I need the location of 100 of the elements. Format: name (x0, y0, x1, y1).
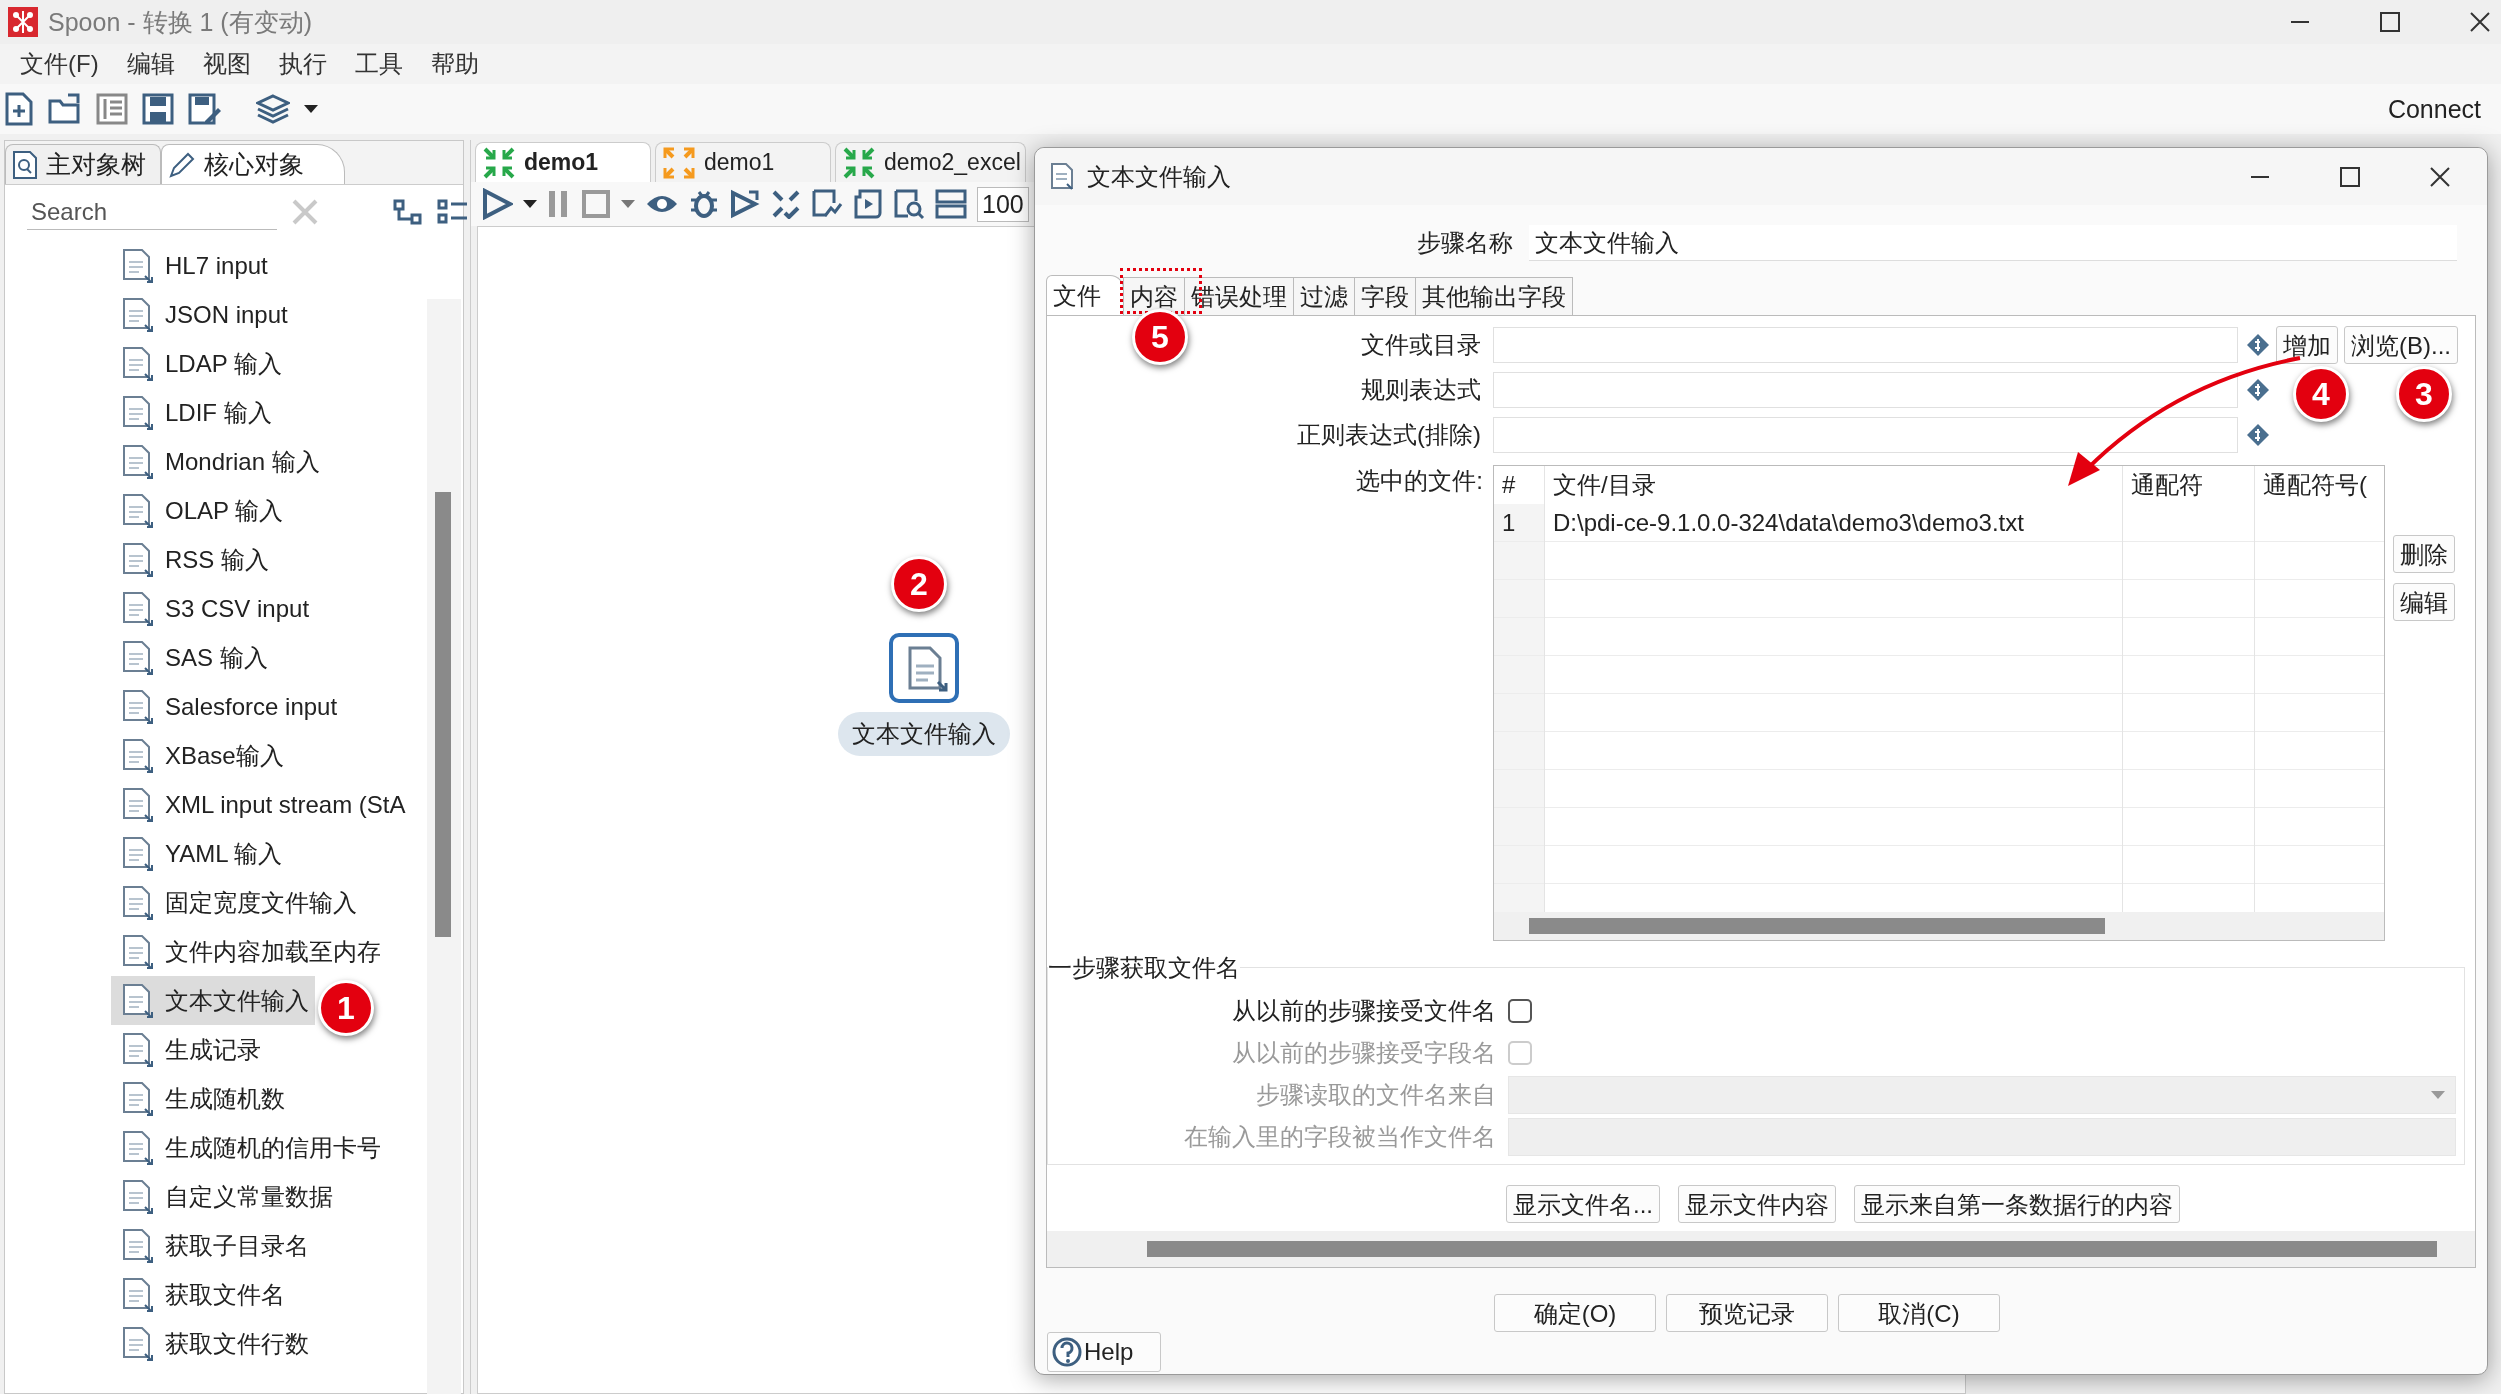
step-item[interactable]: RSS 输入 (111, 535, 315, 584)
step-item[interactable]: SAS 输入 (111, 633, 315, 682)
close-icon[interactable] (2469, 11, 2491, 33)
document-icon (1049, 161, 1075, 192)
dialog-tab[interactable]: 字段 (1354, 277, 1416, 315)
panel-tab[interactable]: 主对象树 (5, 144, 161, 184)
delete-button[interactable]: 删除 (2393, 535, 2455, 573)
menu-item[interactable]: 文件(F) (6, 48, 113, 80)
step-item[interactable]: 固定宽度文件输入 (111, 878, 363, 927)
canvas-tab[interactable]: demo1 (475, 142, 651, 182)
input-field[interactable] (1493, 371, 2238, 408)
step-item[interactable]: 获取文件行数 (111, 1319, 315, 1368)
replay-icon[interactable] (729, 188, 761, 220)
dialog-tab[interactable]: 内容 (1123, 277, 1185, 315)
maximize-icon[interactable] (2339, 165, 2361, 188)
step-item[interactable]: 获取子目录名 (111, 1221, 315, 1270)
input-field[interactable] (1493, 416, 2238, 453)
dialog-button[interactable]: 确定(O) (1494, 1294, 1656, 1332)
script-icon[interactable] (853, 188, 883, 220)
step-item[interactable]: XML input stream (StA (111, 780, 412, 829)
document-icon (121, 590, 155, 627)
step-item[interactable]: OLAP 输入 (111, 486, 315, 535)
step-item[interactable]: LDAP 输入 (111, 339, 315, 388)
connect-button[interactable]: Connect (2387, 94, 2481, 124)
canvas-tab[interactable]: demo1 (655, 142, 831, 182)
canvas-tab[interactable]: demo2_excel (835, 142, 1026, 182)
save-as-icon[interactable] (188, 93, 222, 125)
step-item[interactable]: Mondrian 输入 (111, 437, 326, 486)
dialog-button[interactable]: 取消(C) (1838, 1294, 2000, 1332)
field-label: 选中的文件: (1355, 466, 1484, 496)
scrollbar[interactable] (1047, 1231, 2475, 1267)
caret-icon[interactable] (523, 199, 537, 209)
explore-icon[interactable] (893, 188, 925, 220)
zoom-field[interactable]: 100 (977, 186, 1029, 222)
panel-tab[interactable]: 核心对象 (161, 144, 345, 184)
step-item[interactable]: JSON input (111, 290, 315, 339)
variable-icon (2246, 377, 2270, 402)
step-node-icon[interactable] (888, 632, 960, 704)
impact-icon[interactable] (811, 188, 843, 220)
column-header[interactable]: # (1494, 466, 1545, 504)
step-item[interactable]: Salesforce input (111, 682, 344, 731)
step-item[interactable]: 生成随机数 (111, 1074, 315, 1123)
input-field[interactable] (1493, 326, 2238, 363)
document-icon (121, 835, 155, 872)
step-item[interactable]: YAML 输入 (111, 829, 315, 878)
bug-icon[interactable] (689, 188, 719, 220)
step-item[interactable]: 获取文件名 (111, 1270, 315, 1319)
dialog-title: 文本文件输入 (1087, 161, 1231, 192)
scrollbar[interactable] (1494, 912, 2384, 940)
save-icon[interactable] (142, 93, 174, 125)
step-item[interactable]: 文件内容加载至内存 (111, 927, 387, 976)
dialog-tab[interactable]: 其他输出字段 (1415, 277, 1573, 315)
show-button[interactable]: 显示文件内容 (1678, 1185, 1836, 1223)
scrollbar[interactable] (427, 299, 461, 1394)
step-item[interactable]: 生成随机的信用卡号 (111, 1123, 387, 1172)
menu-item[interactable]: 工具 (340, 48, 417, 80)
layers-icon[interactable] (256, 94, 290, 124)
verify-icon[interactable] (771, 189, 801, 219)
column-header[interactable]: 通配符号( (2255, 466, 2384, 504)
menu-item[interactable]: 编辑 (112, 48, 189, 80)
step-item[interactable]: 自定义常量数据 (111, 1172, 339, 1221)
document-icon (121, 1325, 155, 1362)
dialog-tab[interactable]: 过滤 (1293, 277, 1355, 315)
step-item[interactable]: 生成记录 (111, 1025, 315, 1074)
details-icon[interactable] (437, 199, 469, 225)
step-name-field[interactable]: 文本文件输入 (1529, 225, 2457, 261)
stop-icon[interactable] (581, 189, 611, 219)
menu-item[interactable]: 帮助 (416, 48, 493, 80)
document-icon (121, 296, 155, 333)
dialog-tab[interactable]: 错误处理 (1184, 277, 1294, 315)
dialog-button[interactable]: 预览记录 (1666, 1294, 1828, 1332)
step-item[interactable]: XBase输入 (111, 731, 315, 780)
document-icon (121, 1080, 155, 1117)
menu-item[interactable]: 执行 (264, 48, 341, 80)
list-icon[interactable] (96, 93, 128, 125)
show-button[interactable]: 显示来自第一条数据行的内容 (1854, 1185, 2180, 1223)
maximize-icon[interactable] (2379, 11, 2401, 33)
document-icon (121, 786, 155, 823)
browse-button[interactable]: 浏览(B)... (2344, 325, 2458, 364)
step-item[interactable]: LDIF 输入 (111, 388, 315, 437)
edit-button[interactable]: 编辑 (2393, 583, 2455, 621)
new-file-icon[interactable] (4, 92, 34, 126)
close-icon[interactable] (2429, 165, 2451, 188)
checkbox[interactable] (1508, 999, 1532, 1023)
step-node-label[interactable]: 文本文件输入 (838, 712, 1010, 756)
step-item[interactable]: 文本文件输入 (111, 976, 315, 1025)
help-button[interactable]: Help (1047, 1332, 1161, 1372)
column-header[interactable]: 通配符 (2123, 466, 2255, 504)
add-button[interactable]: 增加 (2276, 325, 2338, 364)
show-button[interactable]: 显示文件名... (1506, 1185, 1660, 1223)
play-icon[interactable] (481, 188, 513, 220)
step-item[interactable]: HL7 input (111, 241, 315, 290)
dialog-tab[interactable]: 文件 (1046, 275, 1124, 315)
open-folder-icon[interactable] (48, 93, 82, 125)
step-item[interactable]: S3 CSV input (111, 584, 316, 633)
caret-icon[interactable] (304, 104, 318, 114)
field-label: 规则表达式 (1360, 374, 1482, 405)
hierarchy-icon[interactable] (393, 199, 423, 225)
grid-icon[interactable] (935, 189, 967, 219)
menu-item[interactable]: 视图 (188, 48, 265, 80)
